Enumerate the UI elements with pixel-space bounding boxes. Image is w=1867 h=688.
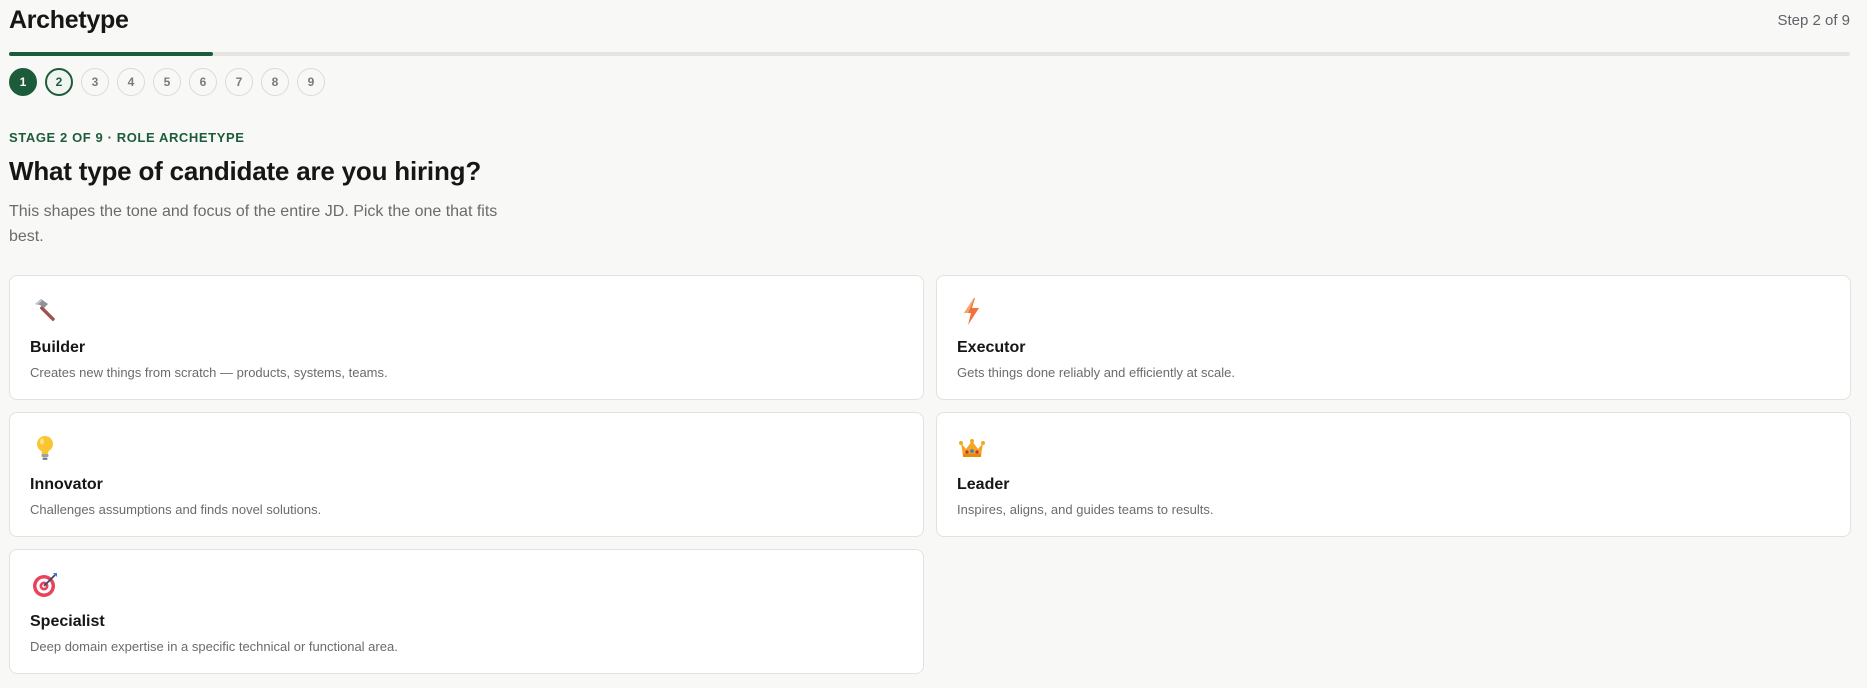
- step-4[interactable]: 4: [117, 68, 145, 96]
- lightbulb-icon: [30, 433, 60, 463]
- option-title: Leader: [957, 476, 1010, 493]
- option-description: Challenges assumptions and finds novel s…: [30, 502, 322, 517]
- option-card-builder[interactable]: Builder Creates new things from scratch …: [9, 275, 924, 400]
- page-title: Archetype: [9, 6, 129, 34]
- option-card-specialist[interactable]: Specialist Deep domain expertise in a sp…: [9, 549, 924, 674]
- step-7[interactable]: 7: [225, 68, 253, 96]
- option-description: Gets things done reliably and efficientl…: [957, 365, 1235, 380]
- step-indicator: Step 2 of 9: [1777, 12, 1850, 29]
- step-navigator: 1 2 3 4 5 6 7 8 9: [9, 68, 325, 96]
- option-description: Deep domain expertise in a specific tech…: [30, 639, 398, 654]
- option-title: Executor: [957, 339, 1026, 356]
- step-2[interactable]: 2: [45, 68, 73, 96]
- step-3[interactable]: 3: [81, 68, 109, 96]
- stage-subtitle: This shapes the tone and focus of the en…: [9, 203, 498, 245]
- stage-question: What type of candidate are you hiring?: [9, 156, 482, 186]
- crown-icon: [957, 433, 987, 463]
- progress-bar-fill: [9, 52, 214, 56]
- step-1[interactable]: 1: [9, 68, 37, 96]
- lightning-icon: [957, 296, 987, 326]
- hammer-icon: [30, 296, 60, 326]
- option-card-innovator[interactable]: Innovator Challenges assumptions and fin…: [9, 412, 924, 537]
- option-title: Innovator: [30, 476, 103, 493]
- target-icon: [30, 570, 60, 600]
- stage-label: STAGE 2 OF 9 · ROLE ARCHETYPE: [9, 130, 245, 145]
- step-5[interactable]: 5: [153, 68, 181, 96]
- option-description: Creates new things from scratch — produc…: [30, 365, 388, 380]
- option-title: Builder: [30, 339, 86, 356]
- page-header: Archetype Step 2 of 9: [9, 0, 1850, 50]
- option-card-executor[interactable]: Executor Gets things done reliably and e…: [936, 275, 1851, 400]
- step-8[interactable]: 8: [261, 68, 289, 96]
- option-title: Specialist: [30, 613, 105, 630]
- step-6[interactable]: 6: [189, 68, 217, 96]
- step-9[interactable]: 9: [297, 68, 325, 96]
- progress-bar: [9, 52, 1850, 56]
- option-description: Inspires, aligns, and guides teams to re…: [957, 502, 1214, 517]
- option-card-leader[interactable]: Leader Inspires, aligns, and guides team…: [936, 412, 1851, 537]
